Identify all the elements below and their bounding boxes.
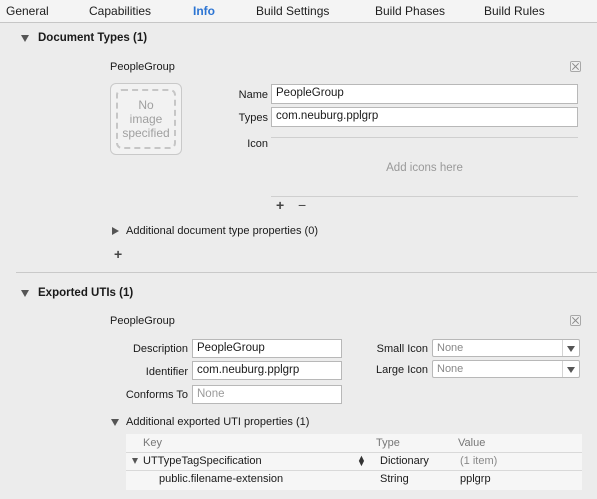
tab-info[interactable]: Info (193, 4, 215, 18)
row-key[interactable]: public.filename-extension (159, 473, 283, 485)
identifier-label: Identifier (145, 366, 188, 378)
small-icon-label: Small Icon (376, 343, 428, 355)
row-key[interactable]: UTTypeTagSpecification (143, 455, 262, 467)
tab-general[interactable]: General (6, 4, 49, 18)
exported-utis-disclosure-icon[interactable] (21, 290, 29, 297)
icon-label: Icon (247, 138, 268, 150)
row-stepper-icon[interactable]: ▲ ▼ (357, 454, 366, 468)
table-row[interactable]: UTTypeTagSpecification ▲ ▼ Dictionary (1 … (126, 453, 582, 470)
document-type-image-well[interactable]: No image specified (110, 83, 182, 155)
remove-document-type-icon[interactable] (570, 61, 581, 72)
additional-document-properties-label: Additional document type properties (0) (126, 225, 318, 237)
row-type[interactable]: Dictionary (380, 455, 429, 467)
description-label: Description (132, 343, 188, 355)
add-icon-button[interactable]: + (276, 197, 284, 213)
remove-exported-uti-icon[interactable] (570, 315, 581, 326)
column-header-type[interactable]: Type (376, 437, 400, 449)
tab-build-settings[interactable]: Build Settings (256, 4, 329, 18)
types-field[interactable]: com.neuburg.pplgrp (271, 107, 578, 127)
chevron-down-icon (562, 340, 579, 356)
tab-build-rules[interactable]: Build Rules (484, 4, 545, 18)
name-label: Name (238, 89, 268, 101)
name-field[interactable]: PeopleGroup (271, 84, 578, 104)
row-value[interactable]: pplgrp (460, 473, 491, 485)
section-divider (16, 272, 597, 273)
document-type-item-title: PeopleGroup (110, 61, 175, 73)
document-types-disclosure-icon[interactable] (21, 35, 29, 42)
row-disclosure-icon[interactable] (132, 458, 138, 464)
tab-build-phases[interactable]: Build Phases (375, 4, 445, 18)
small-icon-value: None (437, 342, 464, 354)
large-icon-label: Large Icon (376, 364, 428, 376)
no-image-placeholder: No image specified (116, 89, 176, 149)
conforms-to-field[interactable]: None (192, 385, 342, 404)
icon-drop-area[interactable]: Add icons here (271, 137, 578, 197)
uti-properties-table: Key Type Value UTTypeTagSpecification ▲ ▼… (126, 434, 582, 490)
small-icon-popup[interactable]: None (432, 339, 580, 357)
add-icons-placeholder: Add icons here (386, 162, 463, 174)
additional-document-properties-disclosure-icon[interactable] (112, 227, 119, 235)
large-icon-value: None (437, 363, 464, 375)
identifier-field[interactable]: com.neuburg.pplgrp (192, 361, 342, 380)
conforms-to-label: Conforms To (125, 389, 188, 401)
add-document-type-button[interactable]: + (114, 246, 122, 262)
tab-capabilities[interactable]: Capabilities (89, 4, 151, 18)
description-field[interactable]: PeopleGroup (192, 339, 342, 358)
exported-uti-item-title: PeopleGroup (110, 315, 175, 327)
table-row[interactable]: public.filename-extension String pplgrp (126, 471, 582, 488)
additional-uti-properties-disclosure-icon[interactable] (111, 419, 119, 426)
chevron-down-icon (562, 361, 579, 377)
exported-utis-title: Exported UTIs (1) (38, 287, 134, 299)
remove-icon-button[interactable]: − (298, 197, 306, 213)
document-types-title: Document Types (1) (38, 32, 148, 44)
tab-bar: General Capabilities Info Build Settings… (0, 0, 597, 23)
column-header-key[interactable]: Key (143, 437, 162, 449)
large-icon-popup[interactable]: None (432, 360, 580, 378)
additional-uti-properties-label: Additional exported UTI properties (1) (126, 416, 310, 428)
types-label: Types (238, 112, 268, 124)
column-header-value[interactable]: Value (458, 437, 485, 449)
row-value[interactable]: (1 item) (460, 455, 497, 467)
row-type[interactable]: String (380, 473, 409, 485)
